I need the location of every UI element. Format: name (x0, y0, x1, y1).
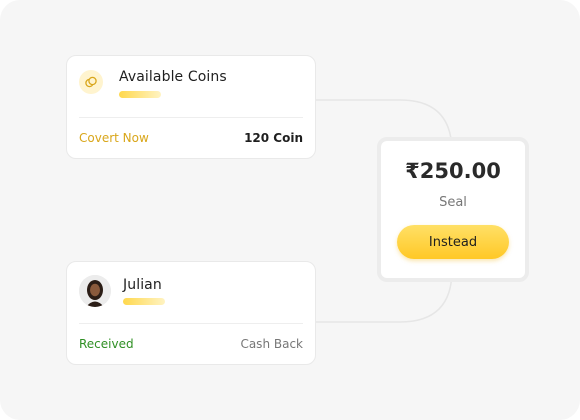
price-label: Seal (439, 195, 467, 210)
covert-now-link[interactable]: Covert Now (79, 131, 149, 145)
coin-icon (79, 70, 103, 94)
cash-back-label: Cash Back (240, 337, 303, 351)
coins-divider (79, 117, 303, 118)
received-status: Received (79, 337, 134, 351)
user-highlight-bar (123, 298, 165, 305)
avatar (79, 275, 111, 307)
coin-amount: 120 Coin (244, 131, 303, 145)
coins-title: Available Coins (119, 69, 227, 85)
available-coins-card: Available Coins Covert Now 120 Coin (66, 55, 316, 159)
illustration-canvas: Available Coins Covert Now 120 Coin Juli… (0, 0, 580, 420)
price-amount: ₹250.00 (405, 159, 501, 183)
instead-button[interactable]: Instead (397, 225, 509, 259)
user-cashback-card: Julian Received Cash Back (66, 261, 316, 365)
user-name: Julian (123, 277, 162, 293)
price-card: ₹250.00 Seal Instead (377, 137, 529, 282)
user-divider (79, 323, 303, 324)
coins-highlight-bar (119, 91, 161, 98)
